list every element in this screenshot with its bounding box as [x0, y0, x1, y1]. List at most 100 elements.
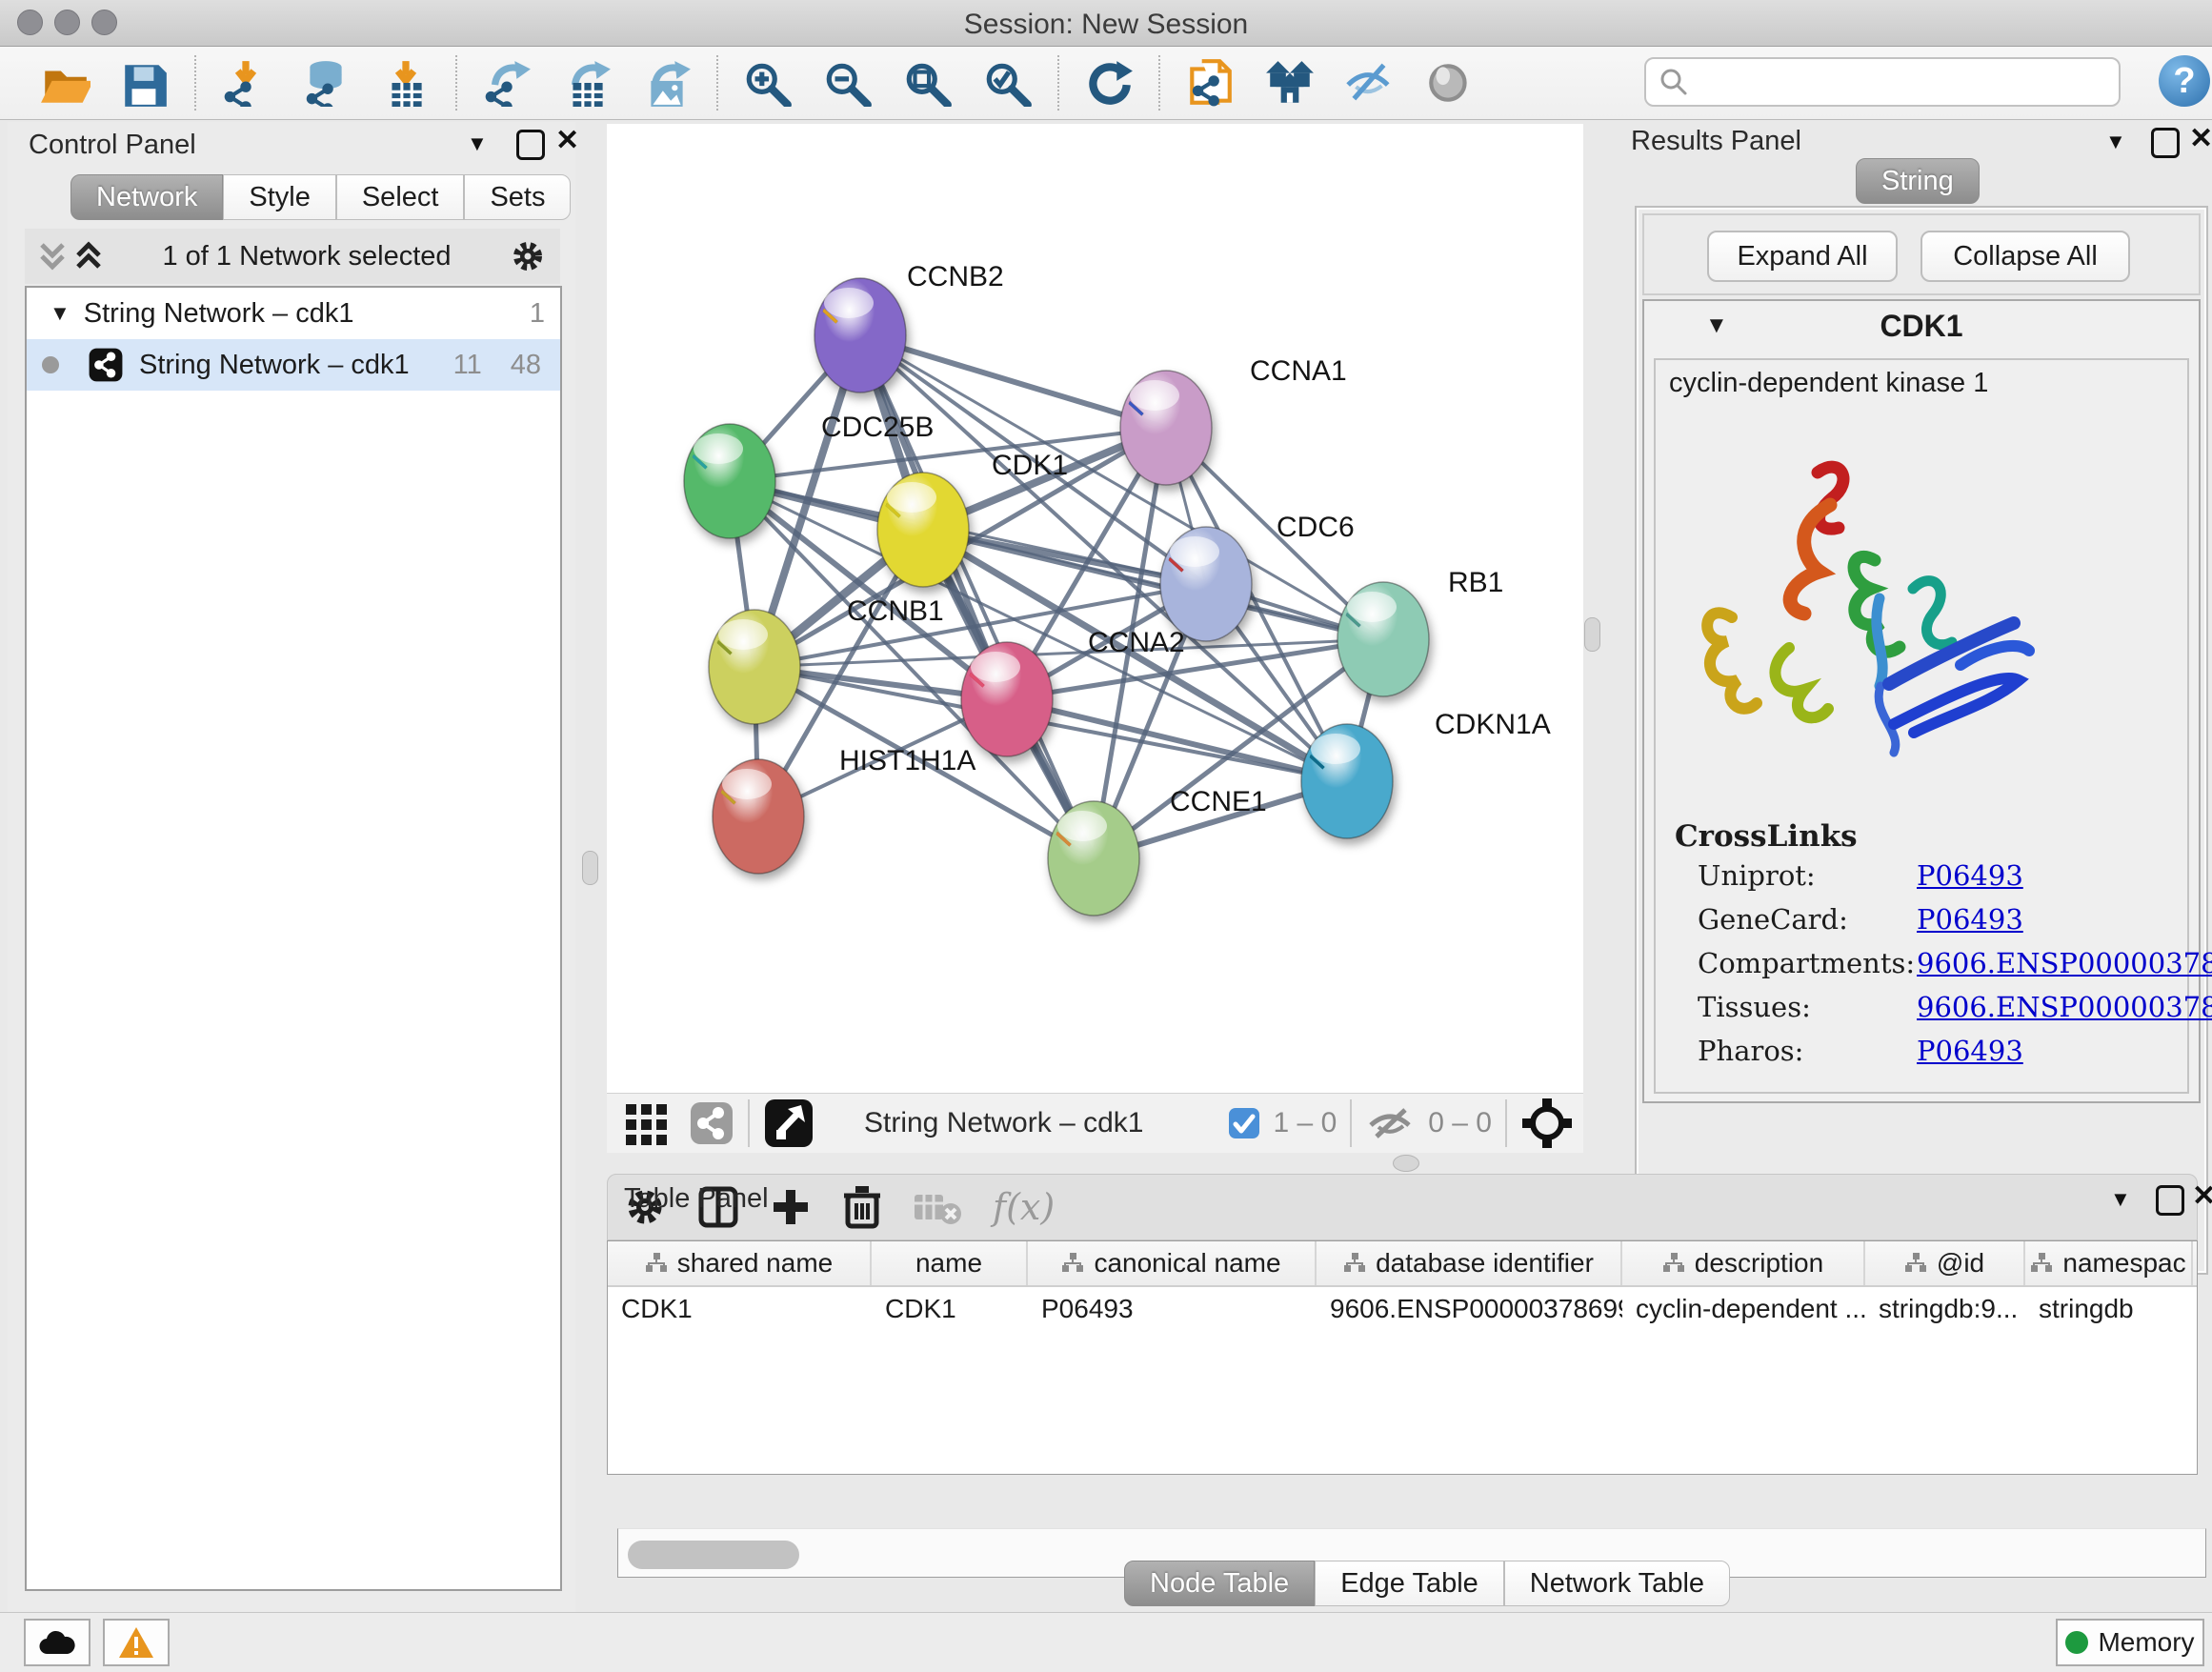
birds-eye-view-icon[interactable]: [763, 1098, 814, 1149]
cell-canonicalname[interactable]: P06493: [1028, 1287, 1317, 1331]
open-session-button[interactable]: [38, 56, 91, 110]
string-view-icon[interactable]: [689, 1100, 734, 1146]
crosslink-label: Tissues:: [1698, 991, 1811, 1023]
close-table-icon[interactable]: ✕: [2192, 1182, 2212, 1211]
float-results-icon[interactable]: ▼: [2105, 128, 2126, 156]
cell-name[interactable]: CDK1: [872, 1287, 1028, 1331]
clone-network-button[interactable]: [1183, 56, 1237, 110]
collection-expander-icon[interactable]: ▼: [50, 301, 70, 326]
cell-databaseidentifier[interactable]: 9606.ENSP00000378699: [1317, 1287, 1622, 1331]
collection-count: 1: [530, 298, 545, 330]
tab-style[interactable]: Style: [223, 174, 335, 220]
tab-node-table[interactable]: Node Table: [1124, 1561, 1315, 1606]
float-table-icon[interactable]: ▼: [2110, 1185, 2131, 1214]
add-column-icon[interactable]: [770, 1186, 812, 1228]
cell-id[interactable]: stringdb:9...: [1865, 1287, 2025, 1331]
column-label: description: [1695, 1248, 1823, 1279]
level-of-detail-button[interactable]: [1423, 56, 1477, 110]
cell-namespac[interactable]: stringdb: [2025, 1287, 2193, 1331]
zoom-fit-button[interactable]: [901, 56, 955, 110]
network-row[interactable]: String Network – cdk1 11 48: [27, 339, 560, 391]
tab-select[interactable]: Select: [336, 174, 465, 220]
expand-all-button[interactable]: Expand All: [1707, 231, 1898, 282]
maximize-panel-icon[interactable]: [516, 130, 545, 160]
float-panel-icon[interactable]: ▼: [467, 130, 488, 158]
column-header-namespac[interactable]: namespac: [2025, 1241, 2193, 1285]
column-type-icon: [1343, 1253, 1366, 1274]
node-table[interactable]: shared namenamecanonical namedatabase id…: [607, 1240, 2198, 1475]
cell-sharedname[interactable]: CDK1: [608, 1287, 872, 1331]
import-network-database-button[interactable]: [299, 56, 352, 110]
bottom-splitter-handle[interactable]: [1393, 1155, 1419, 1172]
control-panel: Control Panel ▼ ✕ NetworkStyleSelectSets…: [8, 122, 575, 1612]
export-image-button[interactable]: [640, 56, 694, 110]
node-label-CDKN1A: CDKN1A: [1435, 709, 1551, 740]
string-results-container: Expand All Collapse All ▼ CDK1 cyclin-de…: [1635, 206, 2208, 1275]
search-input[interactable]: [1690, 67, 2103, 98]
column-header-id[interactable]: @id: [1865, 1241, 2025, 1285]
column-header-name[interactable]: name: [872, 1241, 1028, 1285]
memory-button[interactable]: Memory: [2056, 1619, 2204, 1666]
tab-network-table[interactable]: Network Table: [1504, 1561, 1730, 1606]
maximize-results-icon[interactable]: [2151, 128, 2180, 158]
tab-network[interactable]: Network: [70, 174, 223, 220]
tab-string[interactable]: String: [1856, 158, 1980, 204]
export-network-button[interactable]: [480, 56, 533, 110]
export-table-button[interactable]: [560, 56, 613, 110]
column-header-description[interactable]: description: [1622, 1241, 1865, 1285]
column-header-databaseidentifier[interactable]: database identifier: [1317, 1241, 1622, 1285]
network-canvas[interactable]: CCNB2 CCNA1 CDC25B CDK1 CDC6 RB1 CCNB1 C…: [607, 124, 1583, 1093]
cell-description[interactable]: cyclin-dependent ...: [1622, 1287, 1865, 1331]
first-neighbors-button[interactable]: [1263, 56, 1317, 110]
close-panel-icon[interactable]: ✕: [555, 127, 579, 155]
column-header-sharedname[interactable]: shared name: [608, 1241, 872, 1285]
crosslink-value-link[interactable]: P06493: [1917, 903, 2023, 936]
node-label-CCNB2: CCNB2: [907, 261, 1004, 292]
delete-column-trash-icon[interactable]: [842, 1184, 882, 1230]
collapse-all-button[interactable]: Collapse All: [1920, 231, 2130, 282]
toolbar-separator: [1158, 55, 1160, 111]
zoom-in-icon: [742, 59, 794, 107]
search-box[interactable]: [1644, 57, 2121, 107]
refresh-view-button[interactable]: [1082, 56, 1136, 110]
cloud-button[interactable]: [24, 1619, 90, 1666]
selected-items-checkbox[interactable]: [1228, 1107, 1260, 1139]
grid-view-icon[interactable]: [622, 1098, 672, 1148]
toolbar-separator: [455, 55, 457, 111]
zoom-in-button[interactable]: [741, 56, 794, 110]
crosslink-value-link[interactable]: 9606.ENSP00000378699: [1917, 947, 2212, 979]
control-panel-tabs: NetworkStyleSelectSets: [70, 174, 571, 220]
zoom-selected-button[interactable]: [981, 56, 1035, 110]
save-session-button[interactable]: [118, 56, 171, 110]
crosslink-value-link[interactable]: P06493: [1917, 1035, 2023, 1067]
export-network-icon: [481, 59, 533, 107]
hide-graphics-details-button[interactable]: [1343, 56, 1397, 110]
import-table-file-button[interactable]: [379, 56, 432, 110]
collection-label: String Network – cdk1: [84, 298, 530, 330]
crosslink-value-link[interactable]: P06493: [1917, 859, 2023, 892]
import-table-file-icon: [380, 59, 432, 107]
network-options-gear-icon[interactable]: [509, 237, 547, 275]
node-HIST1H1A[interactable]: HIST1H1A: [695, 745, 975, 874]
crosslink-value-link[interactable]: 9606.ENSP00000378699: [1917, 991, 2212, 1023]
import-network-file-button[interactable]: [219, 56, 272, 110]
tab-edge-table[interactable]: Edge Table: [1315, 1561, 1504, 1606]
zoom-out-button[interactable]: [821, 56, 875, 110]
node-RB1[interactable]: RB1: [1320, 567, 1503, 696]
refresh-view-icon: [1083, 59, 1135, 107]
left-splitter-handle[interactable]: [582, 851, 598, 885]
help-button[interactable]: ?: [2159, 55, 2210, 107]
node-CDKN1A[interactable]: CDKN1A: [1284, 709, 1551, 838]
table-hscrollbar-thumb[interactable]: [628, 1541, 799, 1569]
table-row[interactable]: CDK1CDK1P064939606.ENSP00000378699cyclin…: [608, 1287, 2197, 1331]
zoom-selected-icon: [982, 59, 1034, 107]
column-header-canonicalname[interactable]: canonical name: [1028, 1241, 1317, 1285]
fit-selected-crosshair-icon[interactable]: [1520, 1097, 1574, 1150]
warning-button[interactable]: [103, 1619, 170, 1666]
function-builder-icon: f(x): [993, 1186, 1055, 1228]
network-collection-row[interactable]: ▼ String Network – cdk1 1: [27, 288, 560, 339]
node-CCNA1[interactable]: CCNA1: [1103, 355, 1347, 485]
tab-sets[interactable]: Sets: [464, 174, 571, 220]
maximize-table-icon[interactable]: [2156, 1185, 2184, 1216]
close-results-icon[interactable]: ✕: [2189, 125, 2212, 153]
